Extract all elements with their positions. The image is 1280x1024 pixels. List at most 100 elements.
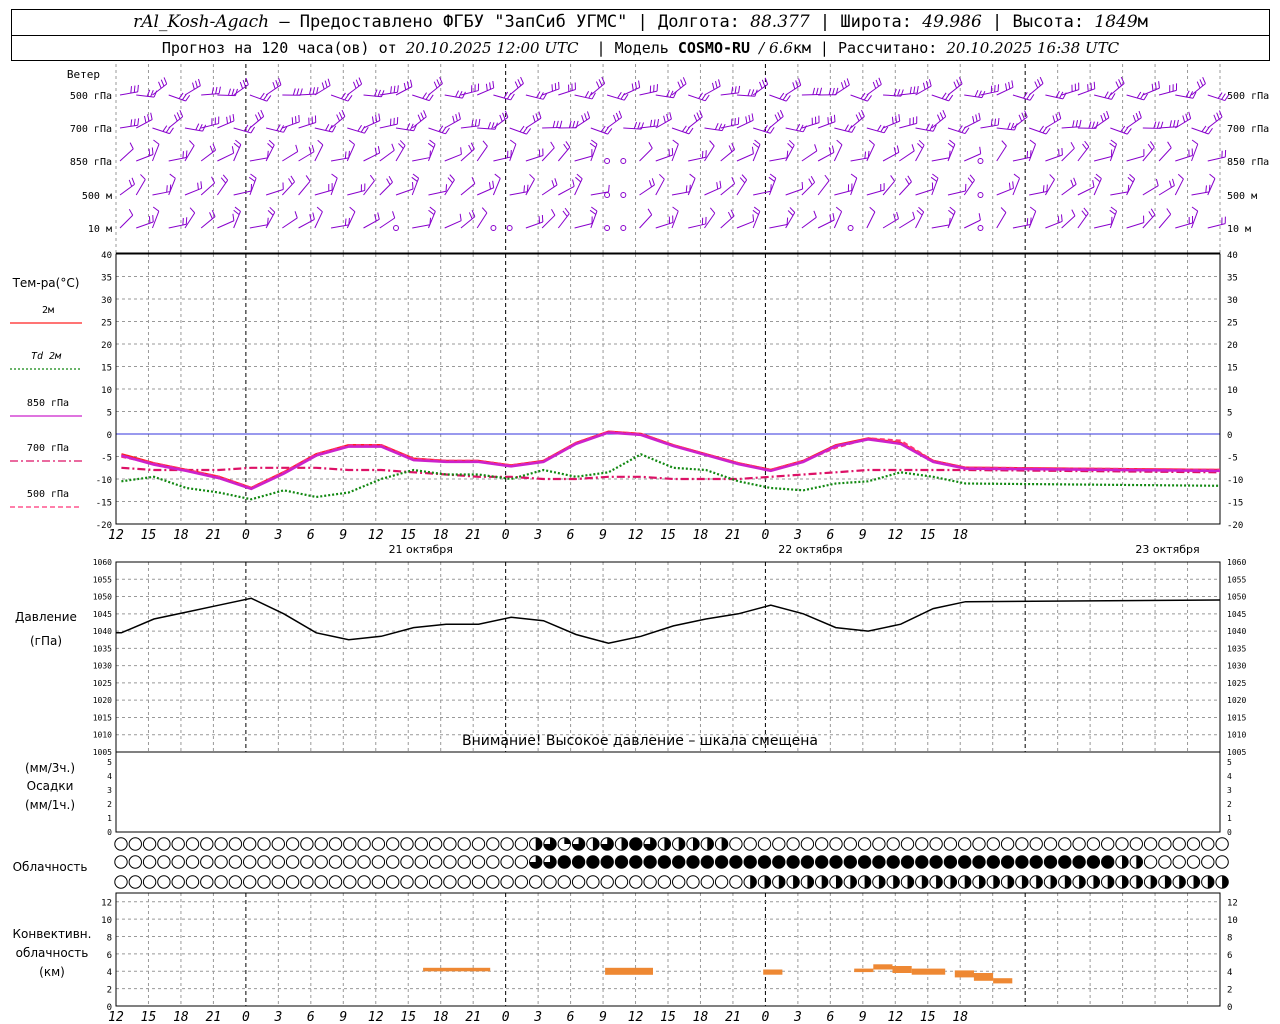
wind-barb <box>964 119 981 129</box>
wind-barb-feather <box>1155 178 1159 186</box>
wind-barb <box>298 93 317 96</box>
wind-barb-feather <box>663 115 666 123</box>
wind-barb-feather <box>922 82 926 90</box>
cloud-cover-circle <box>500 855 514 869</box>
wind-barb-feather <box>176 112 181 120</box>
wind-barb-feather <box>391 143 395 151</box>
wind-barb-feather <box>267 210 274 216</box>
cloud-cover-circle <box>300 875 314 889</box>
temp-series-2 <box>121 431 1221 491</box>
wind-barb-feather <box>150 112 153 120</box>
cloud-cover-fill <box>621 837 628 851</box>
wind-barb <box>346 144 356 162</box>
conv-cloud-segment <box>873 964 893 970</box>
precip-tick-label: 0 <box>107 828 112 837</box>
wind-barb-feather <box>279 125 285 132</box>
wind-barb-feather <box>685 185 688 193</box>
cloud-cover-fill <box>1079 875 1086 889</box>
wind-barb-feather <box>975 114 978 122</box>
wind-barb-feather <box>137 118 140 126</box>
temp-series-1 <box>121 453 1221 501</box>
wind-barb-feather <box>188 140 195 146</box>
wind-barb-feather <box>200 181 203 189</box>
wind-barb-feather <box>1191 139 1199 145</box>
wind-barb <box>363 152 380 162</box>
wind-barb-feather <box>178 92 184 99</box>
wind-barb-feather <box>948 209 955 216</box>
precip-tick-label: 0 <box>1227 828 1232 837</box>
cloud-cover-circle <box>514 875 529 889</box>
wind-barb-feather <box>288 178 293 185</box>
cloud-cover-circle <box>300 855 314 869</box>
cloud-cover-circle <box>729 837 743 851</box>
wind-barb-feather <box>714 122 719 130</box>
wind-barb <box>899 218 915 229</box>
wind-barb <box>444 118 461 129</box>
cloud-cover-circle <box>972 837 986 851</box>
wind-barb-feather <box>1177 173 1184 180</box>
wind-barb-feather <box>711 82 715 90</box>
wind-barb-feather <box>607 128 613 135</box>
wind-barb-feather <box>215 86 218 94</box>
cloud-cover-circle <box>157 875 171 889</box>
wind-barb-feather <box>759 81 763 89</box>
time-tick-label: 18 <box>952 528 968 543</box>
wind-barb <box>200 182 215 196</box>
cloud-cover-circle <box>1072 837 1086 851</box>
wind-barb <box>915 144 925 162</box>
wind-barb-feather <box>492 80 495 89</box>
wind-barb-feather <box>850 173 858 179</box>
wind-barb <box>1142 214 1156 229</box>
wind-level-label: 850 гПа <box>70 157 112 168</box>
conv-cloud-segment <box>993 978 1013 984</box>
wind-barb <box>119 214 134 229</box>
pressure-tick-label: 1050 <box>93 593 112 602</box>
cloud-cover-circle <box>443 875 457 889</box>
time-tick-label: 6 <box>826 1010 834 1024</box>
cloud-cover-circle <box>772 837 786 851</box>
wind-barb <box>395 188 414 196</box>
wind-barb <box>688 156 706 162</box>
cloud-cover-circle <box>571 875 586 889</box>
wind-barb <box>655 222 674 229</box>
wind-barb <box>817 180 830 196</box>
cloud-cover-fill <box>929 855 943 869</box>
wind-barb-feather <box>604 126 609 134</box>
wind-barb <box>233 211 241 229</box>
time-tick-label: 6 <box>307 1010 315 1024</box>
wind-barb <box>915 189 933 196</box>
wind-barb-feather <box>786 217 789 225</box>
wind-barb-feather <box>1208 127 1213 135</box>
wind-barb-feather <box>939 112 944 120</box>
wind-barb-feather <box>1156 121 1160 129</box>
time-tick-label: 9 <box>859 528 867 543</box>
wind-barb-feather <box>423 110 427 117</box>
wind-barb-feather <box>895 115 897 123</box>
wind-barb-feather <box>1091 121 1095 129</box>
wind-barb <box>801 122 820 129</box>
cloud-cover-circle <box>414 837 428 851</box>
wind-barb-feather <box>831 145 835 153</box>
wind-barb-feather <box>550 141 555 149</box>
wind-barb <box>785 144 795 162</box>
cloud-cover-circle <box>471 837 486 851</box>
time-tick-label: 15 <box>920 1010 936 1024</box>
temp-tick-label: 20 <box>1227 341 1238 351</box>
cloud-cover-circle <box>586 875 600 889</box>
wind-barb-feather <box>969 174 975 181</box>
cloud-cover-fill <box>901 855 914 869</box>
wind-barb-feather <box>519 125 525 133</box>
wind-barb-feather <box>552 120 556 128</box>
time-tick-label: 9 <box>599 1010 607 1024</box>
wind-barb-feather <box>1060 214 1063 222</box>
wind-barb-feather <box>595 81 600 89</box>
wind-barb-feather <box>819 87 823 95</box>
wind-barb <box>1045 220 1063 229</box>
wind-barb-feather <box>209 145 214 153</box>
wind-barb-feather <box>198 78 201 86</box>
wind-barb-feather <box>709 140 715 147</box>
wind-barb-feather <box>377 146 381 154</box>
time-tick-label: 6 <box>307 528 315 543</box>
cloud-cover-circle <box>228 837 243 851</box>
wind-barb-feather <box>689 173 696 179</box>
